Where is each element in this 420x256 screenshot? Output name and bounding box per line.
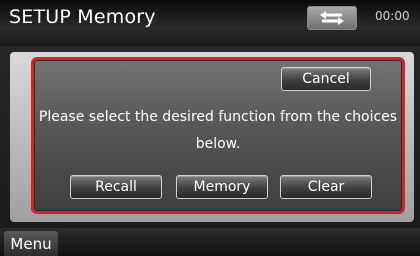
dialog-message-line2: below. xyxy=(195,136,241,152)
page-title: SETUP Memory xyxy=(9,6,156,28)
back-button[interactable] xyxy=(307,6,357,30)
title-bar: SETUP Memory 00:00 xyxy=(0,0,420,46)
dialog-message: Please select the desired function from … xyxy=(34,104,402,158)
menu-button[interactable]: Menu xyxy=(4,231,58,256)
memory-button[interactable]: Memory xyxy=(176,175,268,199)
memory-dialog: Cancel Please select the desired functio… xyxy=(31,57,405,214)
clear-button[interactable]: Clear xyxy=(280,175,372,199)
bottom-bar xyxy=(0,228,420,256)
back-arrow-icon xyxy=(320,11,344,25)
clock: 00:00 xyxy=(375,9,410,23)
setup-memory-screen: SETUP Memory 00:00 Cancel Please select … xyxy=(0,0,420,256)
recall-button[interactable]: Recall xyxy=(70,175,162,199)
dialog-message-line1: Please select the desired function from … xyxy=(38,109,398,125)
cancel-button[interactable]: Cancel xyxy=(281,67,371,91)
